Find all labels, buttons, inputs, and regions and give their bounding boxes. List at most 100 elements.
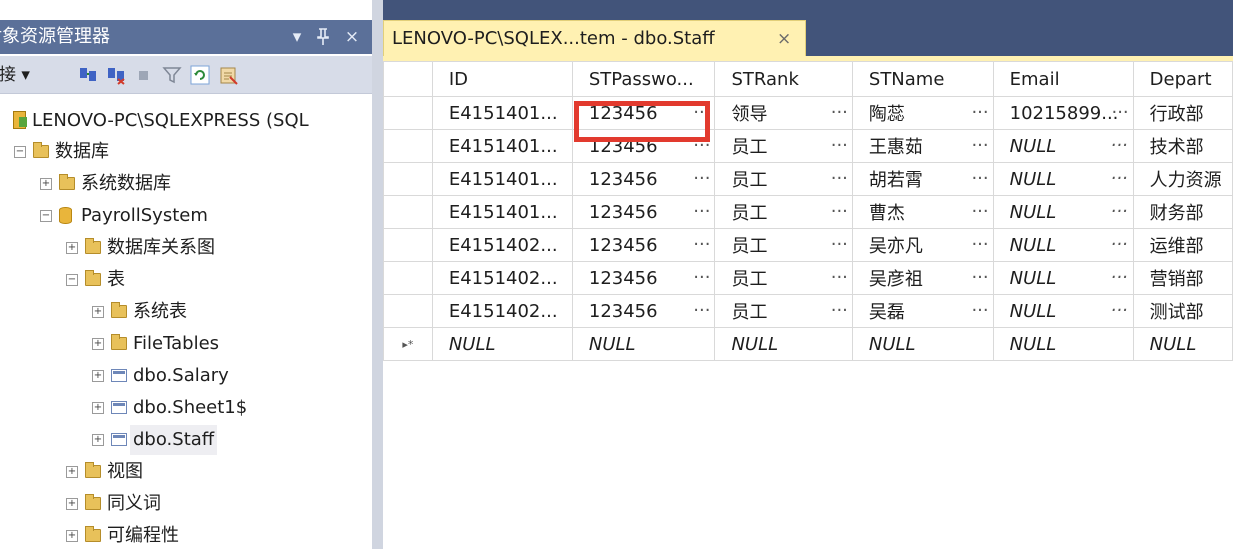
cell-stpassword[interactable]: 123456...: [571, 96, 716, 130]
cell-id[interactable]: E4151402...: [431, 294, 573, 328]
table-row[interactable]: E4151402... 123456... 员工... 吴亦凡... NULL... 运维…: [383, 228, 1233, 262]
column-header-id[interactable]: ID: [431, 61, 573, 97]
cell-stpassword[interactable]: 123456...: [571, 195, 716, 229]
refresh-icon[interactable]: [190, 65, 210, 85]
cell-strank[interactable]: 员工...: [714, 129, 853, 163]
cell-id[interactable]: E4151401...: [431, 96, 573, 130]
new-row-cell-strank[interactable]: NULL: [714, 327, 853, 361]
table-row[interactable]: E4151401... 123456... 员工... 曹杰... NULL... 财务部: [383, 195, 1233, 229]
cell-stname[interactable]: 陶蕊...: [851, 96, 994, 130]
cell-id[interactable]: E4151401...: [431, 162, 573, 196]
cell-department[interactable]: 行政部: [1132, 96, 1233, 130]
expand-icon[interactable]: +: [92, 338, 104, 350]
cell-email[interactable]: NULL...: [992, 228, 1134, 262]
cell-email[interactable]: NULL...: [992, 294, 1134, 328]
expand-icon[interactable]: +: [66, 242, 78, 254]
collapse-icon[interactable]: [0, 115, 6, 127]
connect-object-explorer-icon[interactable]: [78, 65, 98, 85]
row-header[interactable]: [383, 195, 433, 229]
cell-ellipsis-button[interactable]: ...: [1111, 296, 1128, 317]
cell-strank[interactable]: 员工...: [714, 228, 853, 262]
cell-ellipsis-button[interactable]: ...: [971, 98, 988, 119]
cell-stname[interactable]: 胡若霄...: [851, 162, 994, 196]
auto-hide-pin-icon[interactable]: [312, 20, 334, 54]
cell-ellipsis-button[interactable]: ...: [1111, 230, 1128, 251]
cell-stname[interactable]: 曹杰...: [851, 195, 994, 229]
cell-ellipsis-button[interactable]: ...: [831, 131, 848, 152]
cell-ellipsis-button[interactable]: ...: [1111, 131, 1128, 152]
cell-stpassword[interactable]: 123456...: [571, 294, 716, 328]
table-row[interactable]: E4151401... 123456... 员工... 王惠茹... NULL... 技术…: [383, 129, 1233, 163]
cell-id[interactable]: E4151402...: [431, 228, 573, 262]
cell-ellipsis-button[interactable]: ...: [693, 98, 710, 119]
cell-ellipsis-button[interactable]: ...: [971, 197, 988, 218]
expand-icon[interactable]: +: [92, 370, 104, 382]
cell-ellipsis-button[interactable]: ...: [1111, 263, 1128, 284]
row-header[interactable]: [383, 129, 433, 163]
cell-ellipsis-button[interactable]: ...: [693, 263, 710, 284]
collapse-icon[interactable]: −: [40, 210, 52, 222]
cell-email[interactable]: NULL...: [992, 162, 1134, 196]
table-row[interactable]: E4151402... 123456... 员工... 吴彦祖... NULL... 营销…: [383, 261, 1233, 295]
column-header-department[interactable]: Depart: [1132, 61, 1233, 97]
cell-ellipsis-button[interactable]: ...: [831, 296, 848, 317]
cell-ellipsis-button[interactable]: ...: [971, 164, 988, 185]
cell-strank[interactable]: 员工...: [714, 162, 853, 196]
cell-ellipsis-button[interactable]: ...: [831, 197, 848, 218]
cell-ellipsis-button[interactable]: ...: [831, 263, 848, 284]
cell-strank[interactable]: 员工...: [714, 261, 853, 295]
cell-email[interactable]: NULL...: [992, 195, 1134, 229]
cell-email[interactable]: 10215899......: [992, 96, 1134, 130]
cell-stpassword[interactable]: 123456...: [571, 261, 716, 295]
cell-id[interactable]: E4151401...: [431, 129, 573, 163]
window-position-dropdown-icon[interactable]: ▾: [286, 20, 308, 54]
connect-dropdown-button[interactable]: 连接 ▾: [0, 56, 30, 94]
close-icon[interactable]: ×: [341, 20, 363, 54]
cell-strank[interactable]: 员工...: [714, 195, 853, 229]
table-row[interactable]: E4151401... 123456... 领导... 陶蕊... 10215899..…: [383, 96, 1233, 130]
disconnect-icon[interactable]: [106, 65, 126, 85]
cell-id[interactable]: E4151402...: [431, 261, 573, 295]
row-header[interactable]: [383, 261, 433, 295]
cell-ellipsis-button[interactable]: ...: [971, 263, 988, 284]
cell-ellipsis-button[interactable]: ...: [693, 296, 710, 317]
cell-department[interactable]: 人力资源: [1132, 162, 1233, 196]
cell-department[interactable]: 营销部: [1132, 261, 1233, 295]
column-header-stpassword[interactable]: STPasswo...: [571, 61, 716, 97]
row-header[interactable]: [383, 228, 433, 262]
cell-department[interactable]: 财务部: [1132, 195, 1233, 229]
new-row-cell-id[interactable]: NULL: [431, 327, 573, 361]
cell-strank[interactable]: 领导...: [714, 96, 853, 130]
expand-icon[interactable]: +: [66, 466, 78, 478]
row-header[interactable]: [383, 96, 433, 130]
cell-stname[interactable]: 吴彦祖...: [851, 261, 994, 295]
collapse-icon[interactable]: −: [14, 146, 26, 158]
expand-icon[interactable]: +: [66, 498, 78, 510]
row-header-corner[interactable]: [383, 61, 433, 97]
cell-id[interactable]: E4151401...: [431, 195, 573, 229]
column-header-stname[interactable]: STName: [851, 61, 994, 97]
cell-department[interactable]: 运维部: [1132, 228, 1233, 262]
filter-icon[interactable]: [162, 65, 182, 85]
expand-icon[interactable]: +: [92, 402, 104, 414]
cell-stname[interactable]: 吴磊...: [851, 294, 994, 328]
column-header-strank[interactable]: STRank: [714, 61, 853, 97]
new-row-cell-email[interactable]: NULL: [992, 327, 1134, 361]
cell-stpassword[interactable]: 123456...: [571, 129, 716, 163]
column-header-email[interactable]: Email: [992, 61, 1134, 97]
cell-ellipsis-button[interactable]: ...: [971, 296, 988, 317]
cell-ellipsis-button[interactable]: ...: [831, 98, 848, 119]
expand-icon[interactable]: +: [40, 178, 52, 190]
expand-icon[interactable]: +: [92, 306, 104, 318]
cell-ellipsis-button[interactable]: ...: [693, 230, 710, 251]
cell-department[interactable]: 技术部: [1132, 129, 1233, 163]
activity-monitor-icon[interactable]: [218, 65, 238, 85]
stop-icon[interactable]: [134, 65, 154, 85]
new-row-cell-stname[interactable]: NULL: [851, 327, 994, 361]
new-row-cell-stpassword[interactable]: NULL: [571, 327, 716, 361]
panel-splitter[interactable]: [372, 0, 383, 549]
cell-ellipsis-button[interactable]: ...: [831, 230, 848, 251]
cell-stname[interactable]: 王惠茹...: [851, 129, 994, 163]
cell-ellipsis-button[interactable]: ...: [831, 164, 848, 185]
cell-ellipsis-button[interactable]: ...: [693, 197, 710, 218]
